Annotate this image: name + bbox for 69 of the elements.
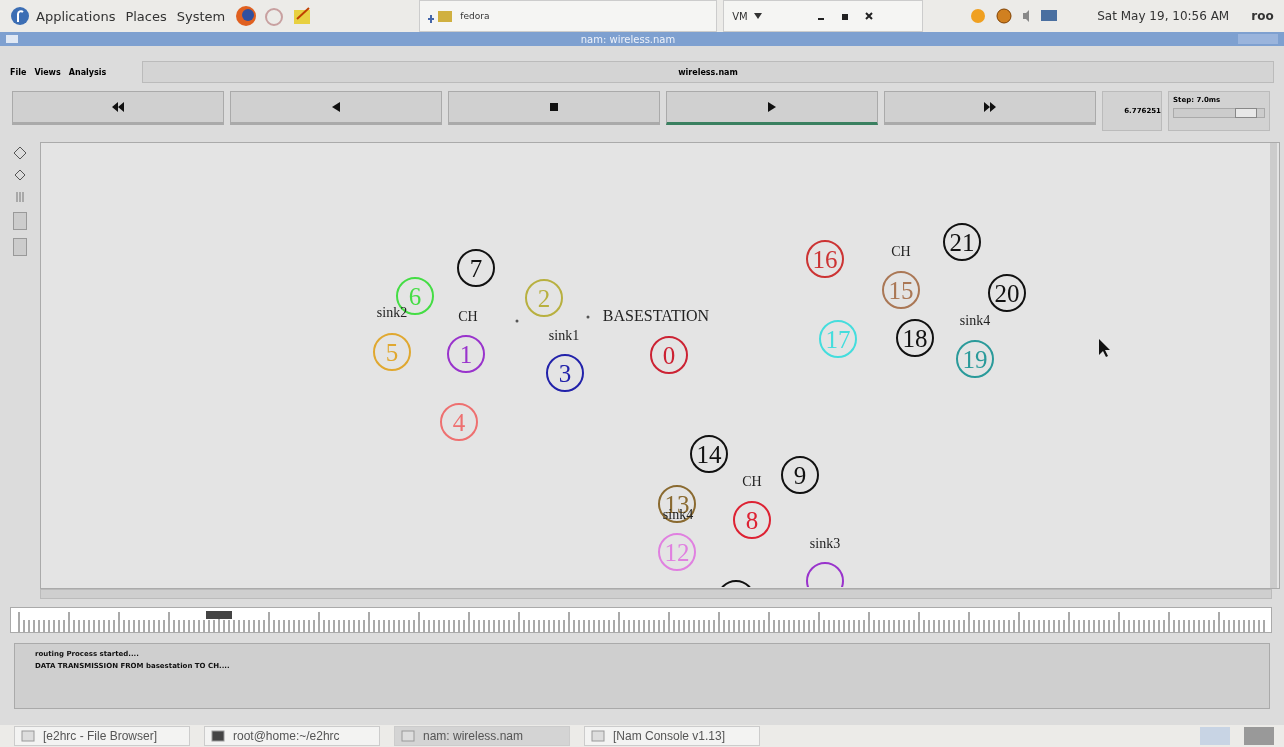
menu-item[interactable]: Analysis [68,67,107,77]
node[interactable]: 9 [781,456,819,494]
file-name: wireless.nam [678,67,738,77]
clock[interactable]: Sat May 19, 10:56 AM [1097,9,1230,23]
slider-thumb[interactable] [1235,108,1257,118]
restore-icon[interactable] [839,11,850,21]
window-icon [211,730,225,742]
rewind-icon [111,102,125,112]
panel-menu[interactable]: System [176,8,226,24]
packet-dot [586,315,590,319]
grid-icon[interactable] [15,190,25,204]
horizontal-scrollbar[interactable] [40,589,1272,599]
playback-button[interactable] [884,91,1096,125]
zoom-out-icon[interactable] [13,168,27,182]
tool-button[interactable] [13,212,27,230]
vm-menu[interactable]: VM [732,10,748,22]
taskbar-item[interactable]: nam: wireless.nam [394,726,570,746]
caret-icon[interactable] [753,13,762,19]
vertical-scrollbar[interactable] [1270,143,1277,588]
cursor-icon [1099,339,1110,357]
panel-menu[interactable]: Applications [36,8,116,24]
taskbar-item[interactable]: [e2hrc - File Browser] [14,726,190,746]
time-marker[interactable] [206,611,232,619]
taskbar-item[interactable]: [Nam Console v1.13] [584,726,760,746]
playback-button[interactable] [666,91,878,125]
zoom-in-icon[interactable] [13,146,27,160]
menu-item[interactable]: Views [34,67,61,77]
window-icon [21,730,35,742]
user-name[interactable]: roo [1251,9,1274,23]
node-label: sink1 [548,328,580,343]
taskbar-item[interactable]: root@home:~/e2hrc [204,726,380,746]
menu-item[interactable]: File [10,67,27,77]
window-title: nam: wireless.nam [579,33,677,45]
packet-dot [515,319,519,323]
node-label: CH [458,309,478,324]
fedora-logo-icon[interactable] [10,6,30,26]
node[interactable]: 21 [943,223,981,261]
window-tab[interactable]: fedora [419,0,718,32]
window-icon [591,730,605,742]
node[interactable]: 20 [988,274,1026,312]
tool-button[interactable] [13,238,27,256]
node-label: sink4 [959,313,991,328]
forward-icon [983,102,997,112]
node[interactable]: 1 [447,335,485,373]
node[interactable]: 3 [546,354,584,392]
timeline-ruler[interactable] [10,607,1272,633]
node-label: sink3 [809,536,841,551]
stop-icon [547,102,561,112]
node[interactable]: 14 [690,435,728,473]
node[interactable]: 0 [650,336,688,374]
node-label: CH [891,244,911,259]
playback-button[interactable] [230,91,442,125]
folder-icon [426,9,455,23]
step-slider[interactable] [1173,108,1265,118]
workspace-switcher[interactable] [1244,727,1274,745]
playback-button[interactable] [448,91,660,125]
close-icon[interactable] [863,11,874,21]
panel-menu[interactable]: Places [125,8,167,24]
browser-icon[interactable] [235,5,258,27]
playback-button[interactable] [12,91,224,125]
node[interactable]: 18 [896,319,934,357]
node-label: CH [742,474,762,489]
node[interactable] [806,562,844,587]
node[interactable]: 8 [733,501,771,539]
node[interactable]: 16 [806,240,844,278]
workspace-switcher[interactable] [1200,727,1230,745]
node[interactable]: 7 [457,249,495,287]
node-label: BASESTATION [602,307,710,324]
window-icon [401,730,415,742]
